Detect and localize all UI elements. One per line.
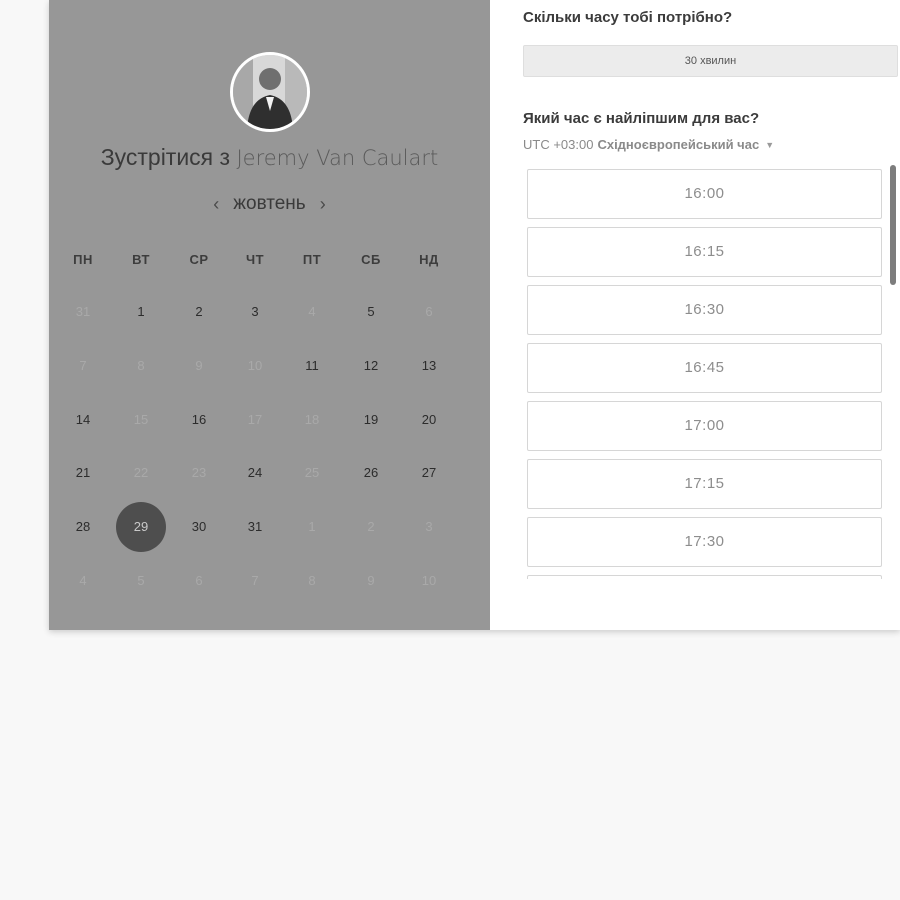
calendar-day[interactable]: 13: [404, 341, 454, 391]
calendar-day: 3: [425, 519, 433, 534]
duration-select[interactable]: 30 хвилин: [523, 45, 898, 77]
time-slot-list[interactable]: 16:00 16:15 16:30 16:45 17:00 17:15 17:30: [527, 168, 883, 579]
calendar-panel: Зустрітися з Jeremy Van Caulart ‹ жовтен…: [49, 0, 490, 630]
calendar-day[interactable]: 30: [174, 502, 224, 552]
caret-down-icon: ▼: [765, 139, 775, 150]
host-name: Jeremy Van Caulart: [236, 146, 439, 170]
chevron-left-icon[interactable]: ‹: [213, 194, 219, 215]
calendar-day: 6: [195, 573, 203, 588]
calendar-day-selected[interactable]: 29: [116, 502, 166, 552]
calendar-day: 31: [75, 304, 91, 319]
calendar-day: 4: [308, 304, 316, 319]
calendar-day[interactable]: 16: [174, 395, 224, 445]
weekday-label: ВТ: [132, 252, 150, 267]
calendar-day[interactable]: 31: [230, 502, 280, 552]
calendar-day[interactable]: 28: [58, 502, 108, 552]
chevron-right-icon[interactable]: ›: [320, 194, 326, 215]
month-label: жовтень: [233, 193, 306, 214]
host-avatar: [230, 52, 310, 132]
host-photo-icon: [233, 55, 307, 129]
weekday-label: СР: [189, 252, 209, 267]
calendar-day[interactable]: 5: [346, 287, 396, 337]
calendar-day: 6: [425, 304, 433, 319]
calendar-day: 18: [304, 412, 320, 427]
calendar-day[interactable]: 14: [58, 395, 108, 445]
calendar-day[interactable]: 11: [287, 341, 337, 391]
time-slot-button[interactable]: 17:00: [527, 401, 882, 451]
meet-prefix: Зустрітися з: [100, 144, 231, 170]
slot-list-scrollbar[interactable]: [890, 165, 896, 285]
time-slot-button[interactable]: 17:15: [527, 459, 882, 509]
calendar-day: 1: [308, 519, 316, 534]
weekday-label: ПН: [73, 252, 93, 267]
time-slot-button[interactable]: 16:00: [527, 169, 882, 219]
weekday-label: НД: [419, 252, 439, 267]
calendar-day: 9: [367, 573, 375, 588]
timezone-select[interactable]: UTC +03:00 Східноєвропейський час ▼: [523, 137, 774, 152]
calendar-day: 8: [308, 573, 316, 588]
calendar-day: 8: [137, 358, 145, 373]
calendar-day: 15: [133, 412, 149, 427]
calendar-day: 9: [195, 358, 203, 373]
weekday-label: ЧТ: [245, 252, 265, 267]
timezone-name: Східноєвропейський час: [597, 137, 760, 152]
month-navigation: ‹ жовтень ›: [49, 193, 490, 215]
calendar-day[interactable]: 20: [404, 395, 454, 445]
calendar-day[interactable]: 3: [230, 287, 280, 337]
calendar-day: 2: [367, 519, 375, 534]
calendar-day: 5: [137, 573, 145, 588]
calendar-day: 10: [247, 358, 263, 373]
weekday-label: СБ: [361, 252, 381, 267]
calendar-day: 4: [79, 573, 87, 588]
calendar-day[interactable]: 27: [404, 448, 454, 498]
time-slot-button[interactable]: 16:15: [527, 227, 882, 277]
time-slot-button[interactable]: [527, 575, 882, 579]
calendar-day[interactable]: 1: [116, 287, 166, 337]
weekday-label: ПТ: [302, 252, 322, 267]
calendar-day: 23: [191, 465, 207, 480]
calendar-day[interactable]: 2: [174, 287, 224, 337]
time-slot-button[interactable]: 16:30: [527, 285, 882, 335]
calendar-day: 7: [79, 358, 87, 373]
calendar-day[interactable]: 12: [346, 341, 396, 391]
calendar-day: 7: [251, 573, 259, 588]
timezone-offset: UTC +03:00: [523, 137, 594, 152]
calendar-day: 25: [304, 465, 320, 480]
calendar-day[interactable]: 19: [346, 395, 396, 445]
calendar-day[interactable]: 26: [346, 448, 396, 498]
calendar-day[interactable]: 21: [58, 448, 108, 498]
calendar-day: 22: [133, 465, 149, 480]
meet-title: Зустрітися з Jeremy Van Caulart: [49, 144, 490, 171]
duration-question: Скільки часу тобі потрібно?: [523, 9, 733, 26]
calendar-day: 10: [421, 573, 437, 588]
time-question: Який час є найліпшим для вас?: [523, 110, 760, 127]
calendar-day: 17: [247, 412, 263, 427]
calendar-day[interactable]: 24: [230, 448, 280, 498]
time-slot-button[interactable]: 17:30: [527, 517, 882, 567]
time-slot-button[interactable]: 16:45: [527, 343, 882, 393]
